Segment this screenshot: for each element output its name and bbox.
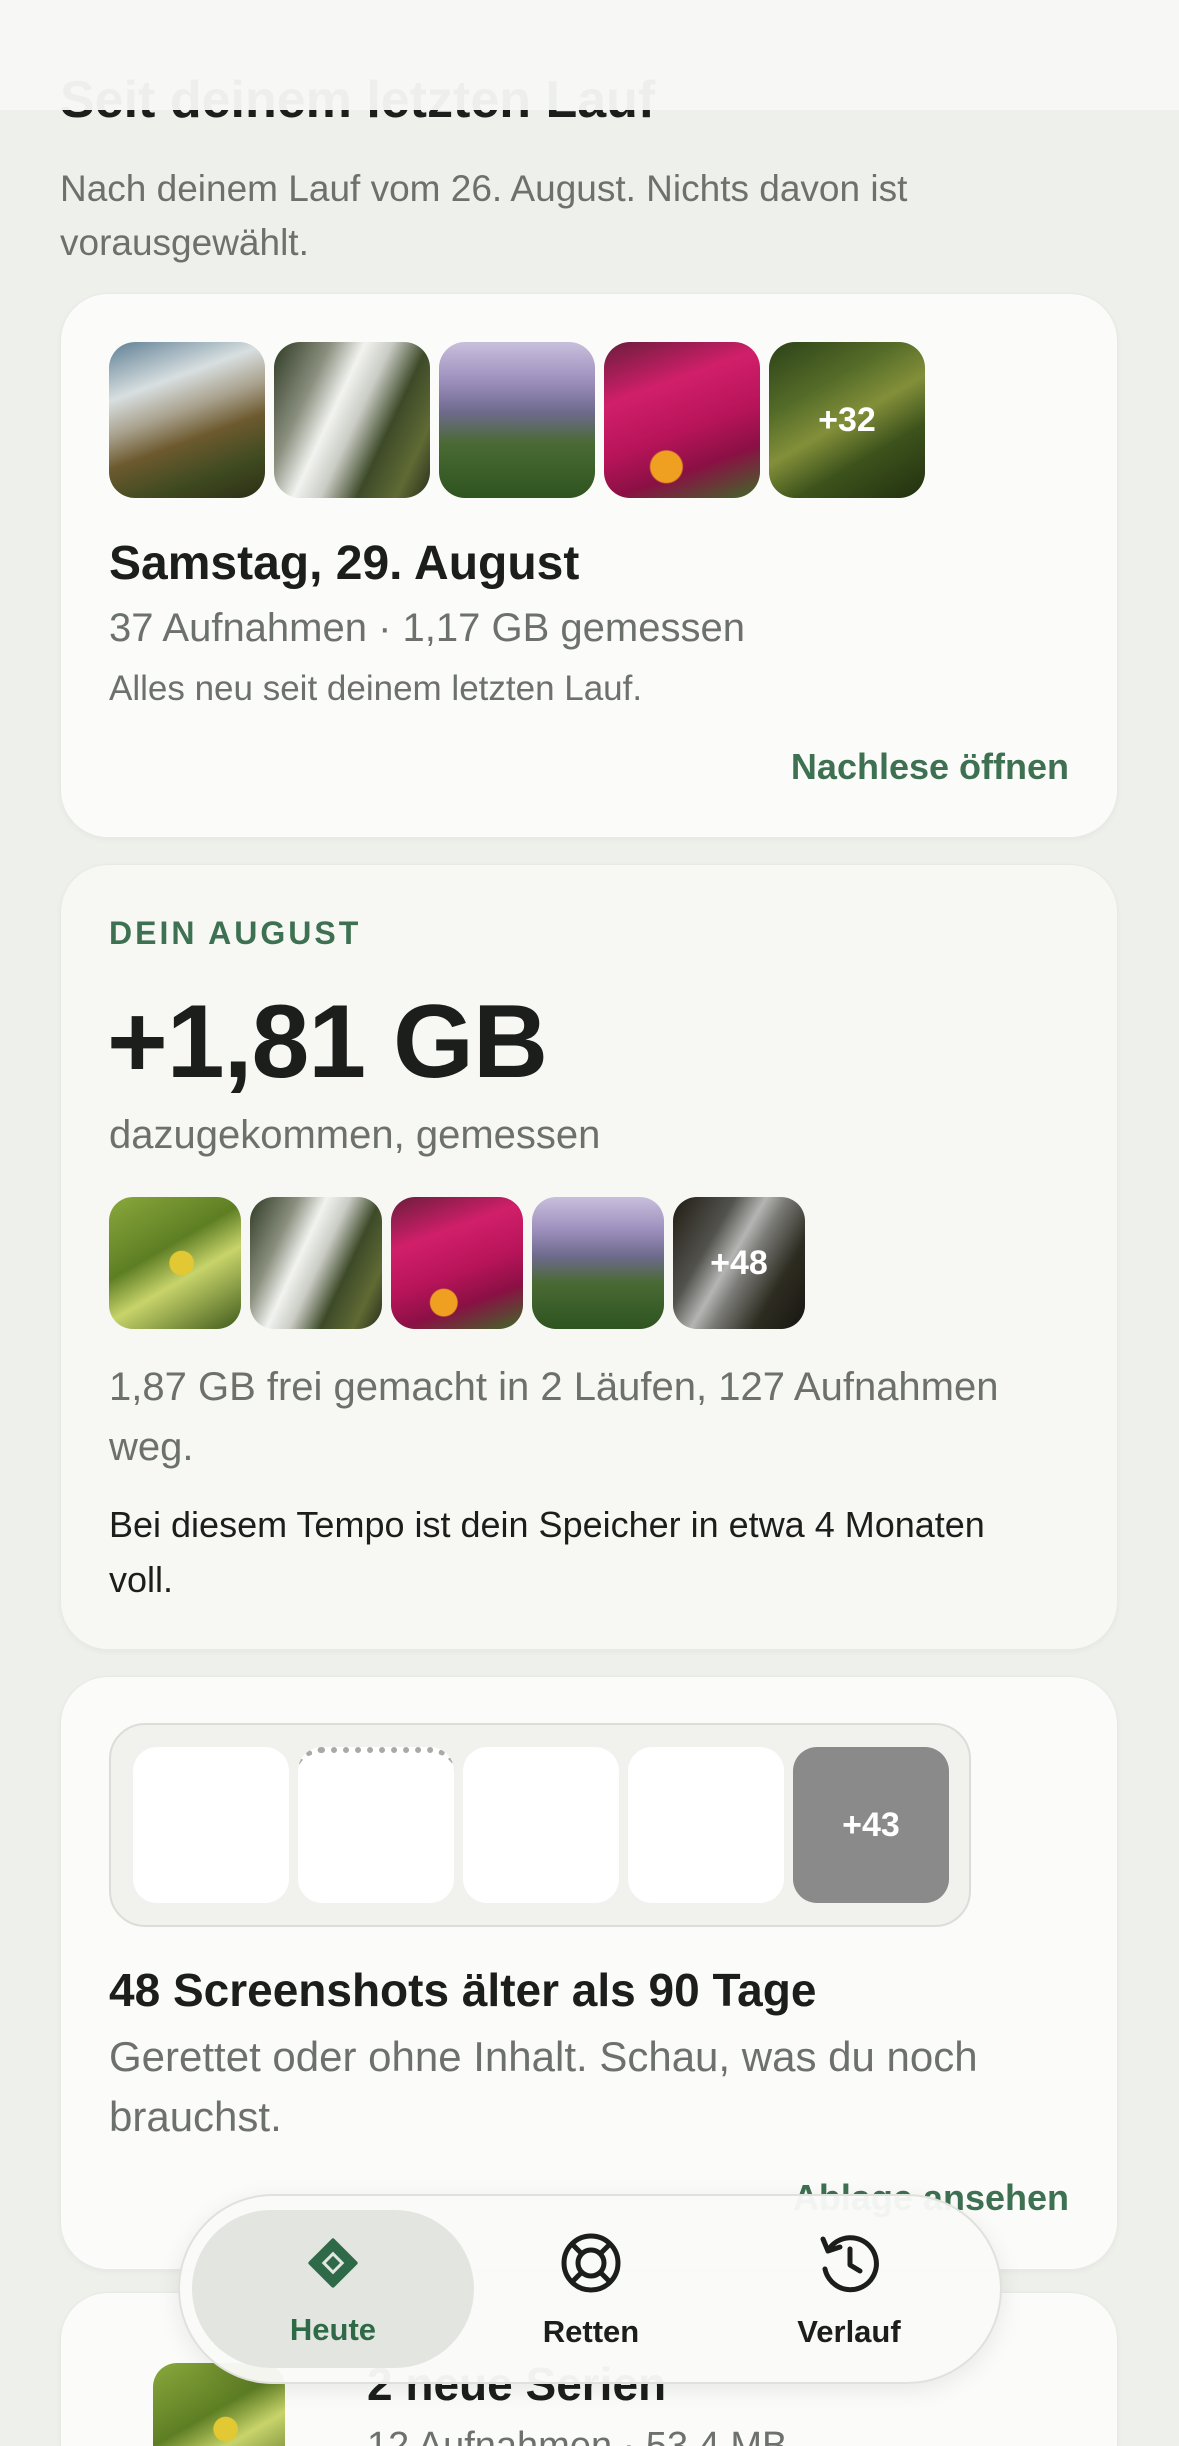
tab-verlauf[interactable]: Verlauf xyxy=(708,2210,990,2368)
recap-card[interactable]: +32 Samstag, 29. August 37 Aufnahmen · 1… xyxy=(60,293,1118,838)
screenshot-thumbnail[interactable] xyxy=(463,1747,619,1903)
photo-thumbnail-more[interactable]: +48 xyxy=(673,1197,805,1329)
screenshots-title: 48 Screenshots älter als 90 Tage xyxy=(109,1964,817,2016)
screenshots-card[interactable]: +43 48 Screenshots älter als 90 Tage Ger… xyxy=(60,1676,1118,2270)
screenshots-description: Gerettet oder ohne Inhalt. Schau, was du… xyxy=(109,2033,978,2140)
photo-thumbnail[interactable] xyxy=(532,1197,664,1329)
photo-thumbnail[interactable] xyxy=(250,1197,382,1329)
photo-thumbnail[interactable] xyxy=(274,342,430,498)
section-subtitle: Nach deinem Lauf vom 26. August. Nichts … xyxy=(60,168,908,263)
tab-bar: Heute Retten Verlauf xyxy=(178,2194,1002,2384)
screenshot-thumbnail[interactable] xyxy=(133,1747,289,1903)
photo-thumbnail[interactable] xyxy=(109,1197,241,1329)
photo-thumbnail[interactable] xyxy=(391,1197,523,1329)
diamond-icon xyxy=(301,2231,365,2300)
screenshots-preview[interactable]: +43 xyxy=(109,1723,971,1927)
recap-thumbnails[interactable]: +32 xyxy=(109,342,934,498)
tab-label: Heute xyxy=(289,2311,377,2347)
month-forecast: Bei diesem Tempo ist dein Speicher in et… xyxy=(109,1504,985,1600)
photo-thumbnail[interactable] xyxy=(604,342,760,498)
screenshot-thumbnail[interactable] xyxy=(298,1747,454,1903)
month-freed: 1,87 GB frei gemacht in 2 Läufen, 127 Au… xyxy=(109,1365,999,1469)
more-count: +48 xyxy=(673,1197,805,1329)
month-amount: +1,81 GB xyxy=(107,984,548,1100)
month-thumbnails[interactable]: +48 xyxy=(109,1197,814,1329)
open-recap-button[interactable]: Nachlese öffnen xyxy=(791,746,1069,788)
tab-label: Verlauf xyxy=(797,2313,901,2349)
lifebuoy-icon xyxy=(557,2229,625,2302)
tab-heute[interactable]: Heute xyxy=(192,2210,474,2368)
photo-thumbnail[interactable] xyxy=(109,342,265,498)
more-count: +32 xyxy=(769,342,925,498)
photo-thumbnail[interactable] xyxy=(439,342,595,498)
tab-label: Retten xyxy=(542,2313,640,2349)
top-blur-bar xyxy=(0,0,1179,110)
screenshot-thumbnail[interactable] xyxy=(628,1747,784,1903)
recap-meta: 37 Aufnahmen · 1,17 GB gemessen xyxy=(109,606,745,650)
recap-note: Alles neu seit deinem letzten Lauf. xyxy=(109,669,643,708)
history-icon xyxy=(815,2229,883,2302)
screenshot-more[interactable]: +43 xyxy=(793,1747,949,1903)
month-amount-label: dazugekommen, gemessen xyxy=(109,1113,601,1157)
recap-title: Samstag, 29. August xyxy=(109,537,580,590)
series-meta: 12 Aufnahmen · 53,4 MB xyxy=(367,2425,788,2446)
month-eyebrow: DEIN AUGUST xyxy=(109,915,362,951)
tab-retten[interactable]: Retten xyxy=(450,2210,732,2368)
photo-thumbnail-more[interactable]: +32 xyxy=(769,342,925,498)
month-card: DEIN AUGUST +1,81 GB dazugekommen, gemes… xyxy=(60,864,1118,1650)
